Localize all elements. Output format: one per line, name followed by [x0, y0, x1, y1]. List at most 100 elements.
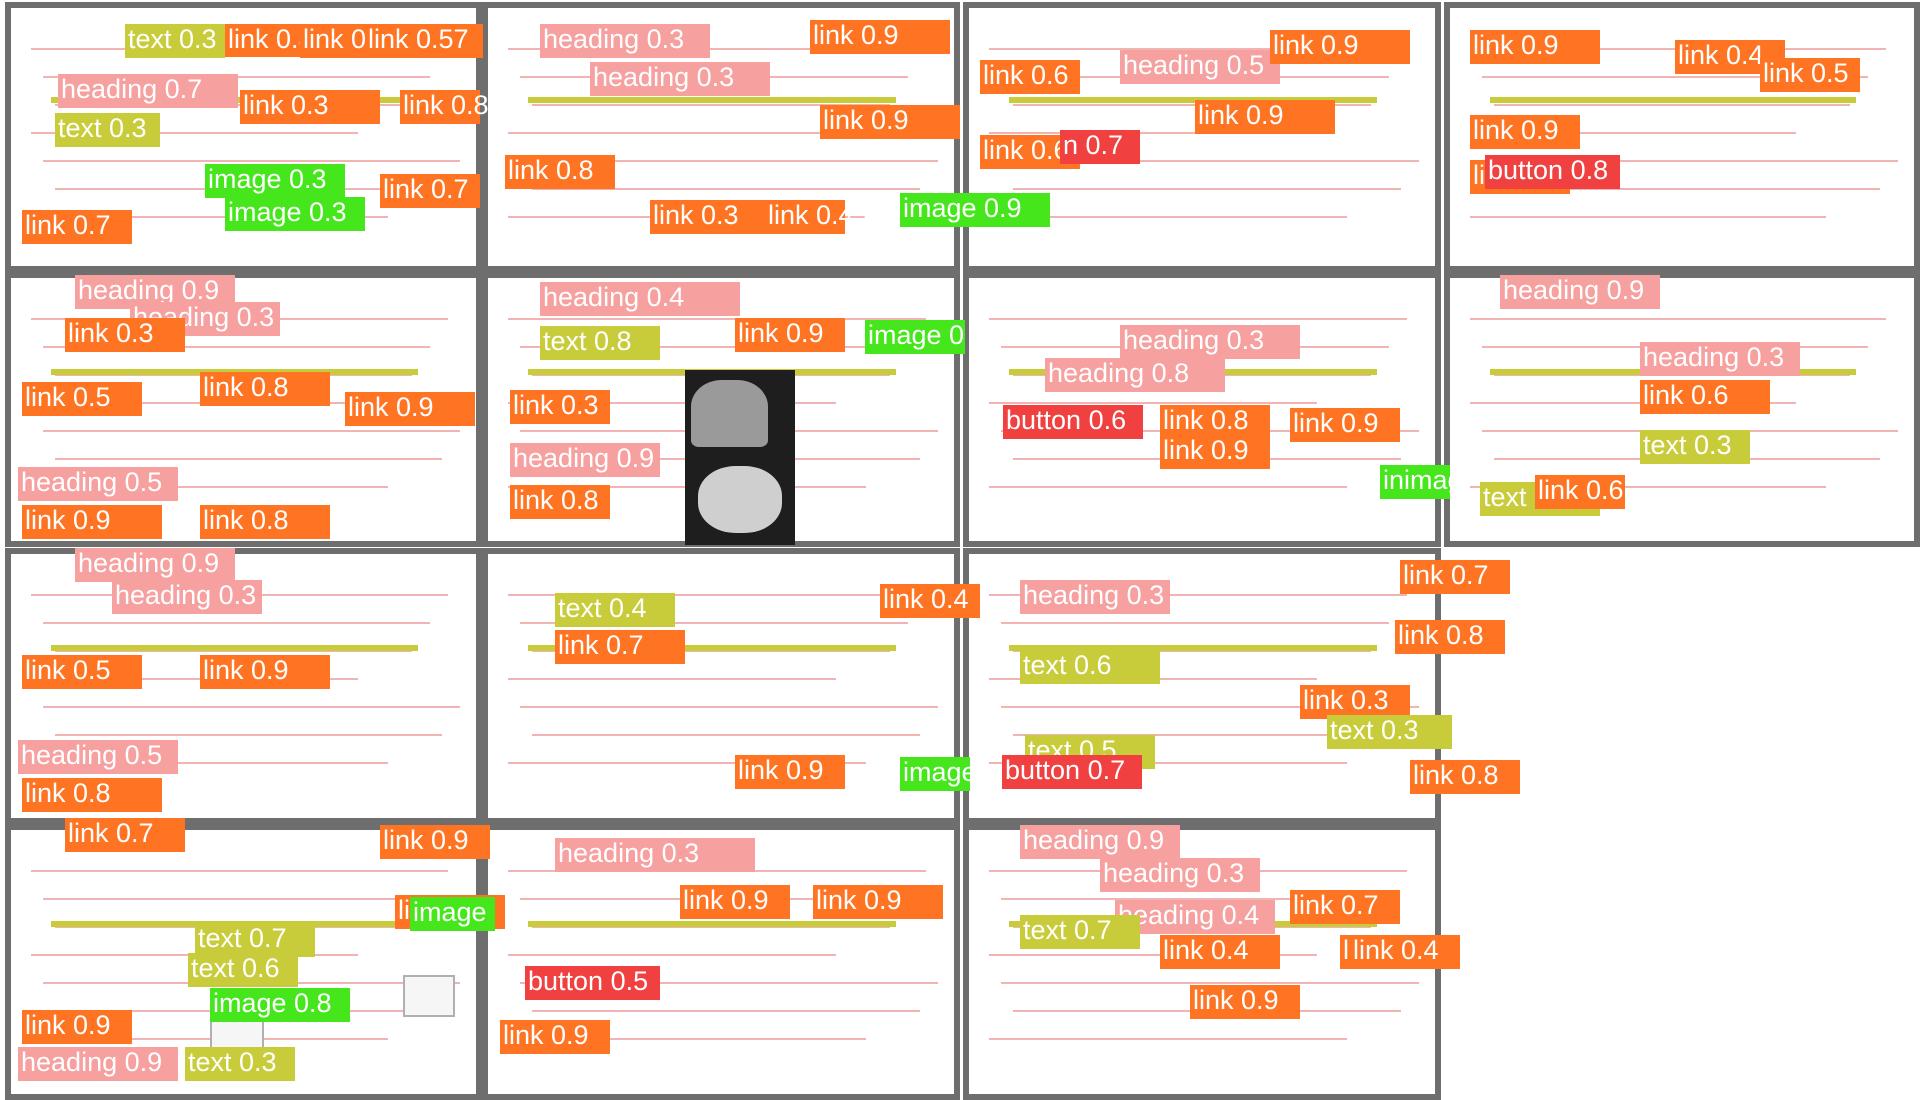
- detection-label: image: [413, 897, 487, 927]
- detection-label: link 0.6: [983, 60, 1069, 90]
- link-detection: link 0.5: [1760, 58, 1860, 92]
- link-detection: link 0.45: [765, 200, 869, 234]
- detection-label: button 0.7: [1005, 755, 1126, 785]
- detection-label: text 0.3: [1330, 715, 1419, 745]
- detection-label: link 0.9: [823, 105, 909, 135]
- heading-detection: heading 0.3: [1120, 325, 1300, 359]
- heading-detection: heading 0.5: [1120, 50, 1280, 84]
- page-content-line: [508, 132, 836, 134]
- text-detection: text 0.6: [188, 953, 298, 987]
- link-detection: link 0.6: [980, 60, 1080, 94]
- detection-label: heading 0.5: [21, 740, 163, 770]
- detection-label: image 0.8: [213, 988, 332, 1018]
- link-detection: link 0.9: [1470, 30, 1600, 64]
- detection-collage: link 0.8 text 0.3 link 0.8 link 0.57 heading…: [0, 0, 1920, 1100]
- detection-label: link 0.4: [1353, 935, 1439, 965]
- link-detection: link 0.9: [813, 885, 943, 919]
- link-detection: link 0.57: [365, 24, 483, 58]
- detection-label: button 0.8: [1488, 155, 1609, 185]
- detection-label: text 0.3: [128, 24, 217, 54]
- link-detection: link 0.9: [735, 755, 845, 789]
- page-content-line: [532, 1010, 920, 1012]
- link-detection: link 0.9: [380, 825, 490, 859]
- detection-label: link 0.9: [683, 885, 769, 915]
- detection-label: link 0.7: [1293, 890, 1379, 920]
- detection-label: link 0.5: [25, 382, 111, 412]
- page-content-line: [1470, 318, 1886, 320]
- heading-detection: heading 0.3: [112, 580, 262, 614]
- page-content-line: [520, 706, 938, 708]
- text-detection: text 0.3: [1327, 715, 1452, 749]
- detection-label: heading 0.3: [543, 24, 685, 54]
- detection-label: link 0.7: [68, 818, 154, 848]
- link-detection: link 0.9: [680, 885, 790, 919]
- heading-detection: heading 0.8: [1045, 358, 1225, 392]
- image-detection: inimag: [1380, 465, 1463, 499]
- detection-label: heading 0.3: [1123, 325, 1265, 355]
- page-content-line: [532, 734, 920, 736]
- detection-label: image: [903, 757, 977, 787]
- link-detection: link 0.8: [1395, 620, 1505, 654]
- page-content-line: [508, 678, 836, 680]
- heading-detection: heading 0.9: [18, 1047, 178, 1081]
- detection-label: link 0.8: [25, 778, 111, 808]
- image-detection: image 0.9: [900, 193, 1050, 227]
- detection-label: image 0: [868, 320, 965, 350]
- link-detection: link 0.8: [505, 155, 615, 189]
- page-content-line: [43, 430, 460, 432]
- page-text-bar: [528, 921, 896, 928]
- page-content-line: [989, 402, 1317, 404]
- detection-label: text 0.3: [58, 113, 147, 143]
- detection-label: link 0.7: [558, 630, 644, 660]
- link-detection: link 0.7: [65, 818, 185, 852]
- page-content-line: [43, 622, 430, 624]
- detection-label: text 0.6: [1023, 650, 1112, 680]
- heading-detection: heading 0.3: [555, 838, 755, 872]
- link-detection: link 0.7: [555, 630, 685, 664]
- detection-label: heading 0.9: [78, 548, 220, 578]
- page-text-bar: [528, 97, 896, 104]
- detection-label: link 0.9: [1293, 408, 1379, 438]
- detection-label: link 0.9: [1473, 30, 1559, 60]
- detection-label: link 0.4: [1678, 40, 1764, 70]
- detection-label: link 0.45: [768, 200, 869, 230]
- detection-label: link 0.8: [513, 485, 599, 515]
- text-detection: text 0.7: [195, 923, 315, 957]
- link-detection: link 0.6: [1640, 380, 1770, 414]
- detection-label: heading 0.9: [1503, 275, 1645, 305]
- detection-label: heading 0.5: [1123, 50, 1265, 80]
- detection-label: link 0.9: [1198, 100, 1284, 130]
- heading-detection: heading 0.9: [75, 548, 235, 582]
- link-detection: link 0.7: [1290, 890, 1400, 924]
- link-detection: link 0.3: [510, 390, 610, 424]
- detection-label: heading 0.3: [593, 62, 735, 92]
- detection-label: link 0.5: [1763, 58, 1849, 88]
- detection-label: link 0.6: [1643, 380, 1729, 410]
- detection-label: link 0.8: [1398, 620, 1484, 650]
- detection-label: link 0.9: [738, 755, 824, 785]
- detection-label: link 0.3: [1303, 685, 1389, 715]
- heading-detection: heading 0.9: [1020, 825, 1180, 859]
- link-detection: link 0.3: [65, 318, 185, 352]
- detection-label: image 0.3: [228, 197, 347, 227]
- detection-label: link 0.7: [25, 210, 111, 240]
- heading-detection: heading 0.3: [590, 62, 770, 96]
- detection-label: link 0.9: [738, 318, 824, 348]
- detection-label: link 0.9: [816, 885, 902, 915]
- image-detection: image: [410, 897, 495, 931]
- detection-label: heading 0.3: [1103, 858, 1245, 888]
- detection-label: link 0.9: [203, 655, 289, 685]
- link-detection: link 0.3: [240, 90, 380, 124]
- detection-label: link 0.4: [1163, 935, 1249, 965]
- detection-label: link 0.7: [383, 174, 469, 204]
- detection-label: link 0.8: [403, 90, 489, 120]
- text-detection: text 0.7: [1020, 915, 1140, 949]
- link-detection: link 0.9: [810, 20, 950, 54]
- detection-label: link 0.9: [1163, 435, 1249, 465]
- page-content-line: [55, 734, 442, 736]
- link-detection: link 0.8: [200, 505, 330, 539]
- image-detection: image: [900, 757, 977, 791]
- link-detection: link 0.4: [1350, 935, 1460, 969]
- detection-label: n 0.7: [1063, 130, 1124, 160]
- text-detection: text 0.4: [555, 593, 675, 627]
